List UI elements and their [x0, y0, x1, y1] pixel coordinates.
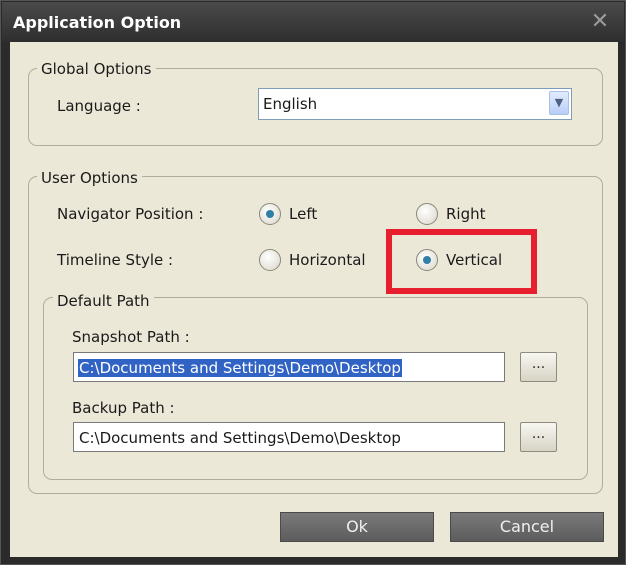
title-bar[interactable]: Application Option ✕: [2, 2, 624, 42]
default-path-legend: Default Path: [53, 292, 154, 310]
navigator-left-radio[interactable]: [259, 203, 281, 225]
snapshot-path-input[interactable]: C:\Documents and Settings\Demo\Desktop: [73, 352, 505, 382]
timeline-horizontal-radio[interactable]: [259, 249, 281, 271]
backup-path-label: Backup Path :: [72, 399, 175, 417]
backup-path-input[interactable]: C:\Documents and Settings\Demo\Desktop: [73, 422, 505, 452]
dialog-title: Application Option: [13, 13, 182, 32]
language-label: Language :: [57, 97, 141, 115]
navigator-right-radio[interactable]: [416, 203, 438, 225]
timeline-horizontal-label[interactable]: Horizontal: [289, 251, 366, 269]
application-option-dialog: Application Option ✕ Global Options Lang…: [0, 0, 626, 565]
vertical-option-highlight: [386, 229, 537, 294]
snapshot-path-label: Snapshot Path :: [72, 328, 190, 346]
navigator-position-label: Navigator Position :: [57, 205, 204, 223]
backup-path-value: C:\Documents and Settings\Demo\Desktop: [79, 429, 401, 447]
timeline-style-label: Timeline Style :: [57, 251, 174, 269]
snapshot-path-value: C:\Documents and Settings\Demo\Desktop: [78, 359, 402, 377]
navigator-left-label[interactable]: Left: [289, 205, 317, 223]
navigator-right-label[interactable]: Right: [446, 205, 486, 223]
ok-button[interactable]: Ok: [280, 512, 434, 542]
close-icon[interactable]: ✕: [588, 10, 612, 34]
default-path-group: [43, 297, 588, 480]
language-select[interactable]: English ▼: [258, 88, 572, 120]
user-options-legend: User Options: [37, 169, 142, 187]
cancel-button[interactable]: Cancel: [450, 512, 604, 542]
language-select-value: English: [263, 95, 318, 113]
backup-browse-button[interactable]: ...: [520, 422, 557, 452]
dialog-client-area: Global Options Language : English ▼ User…: [10, 42, 618, 557]
snapshot-browse-button[interactable]: ...: [520, 352, 557, 382]
global-options-legend: Global Options: [37, 60, 156, 78]
chevron-down-icon[interactable]: ▼: [549, 91, 569, 115]
